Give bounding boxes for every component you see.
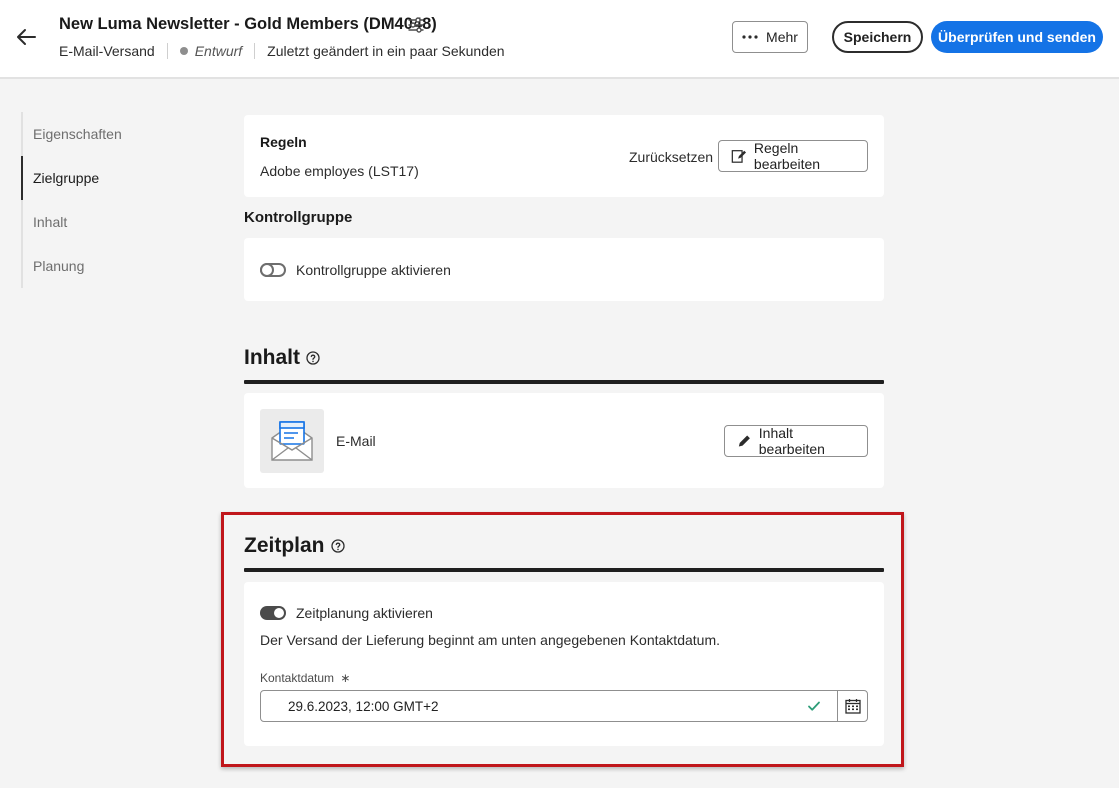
schedule-heading-text: Zeitplan [244,534,325,557]
page-title: New Luma Newsletter - Gold Members (DM40… [59,15,437,33]
edit-rules-label: Regeln bearbeiten [753,140,821,172]
email-thumbnail [260,409,324,473]
schedule-description: Der Versand der Lieferung beginnt am unt… [260,632,720,648]
schedule-section-heading: Zeitplan [244,534,345,558]
more-button-label: Mehr [766,29,798,45]
pencil-icon [738,435,750,447]
nav-item-eigenschaften[interactable]: Eigenschaften [23,112,201,156]
edit-rules-button[interactable]: Regeln bearbeiten [718,140,868,172]
edit-content-label: Inhalt bearbeiten [758,425,825,457]
more-dots-icon [742,35,758,39]
reset-link[interactable]: Zurücksetzen [629,149,713,165]
contact-date-label-text: Kontaktdatum [260,671,335,685]
save-button[interactable]: Speichern [832,21,923,53]
content-section-heading: Inhalt [244,346,320,370]
app-header: New Luma Newsletter - Gold Members (DM40… [0,0,1119,79]
control-group-toggle-label: Kontrollgruppe aktivieren [296,262,451,278]
control-group-toggle[interactable] [260,263,286,277]
header-meta: E-Mail-Versand Entwurf Zuletzt geändert … [59,43,505,59]
edit-content-button[interactable]: Inhalt bearbeiten [724,425,868,457]
edit-rules-icon [731,150,747,163]
section-nav: Eigenschaften Zielgruppe Inhalt Planung [21,112,201,288]
status-dot-icon [179,47,188,55]
email-channel-label: E-Mail [336,433,376,449]
section-divider [244,380,884,384]
help-icon[interactable] [330,539,345,553]
contact-date-input[interactable]: 29.6.2023, 12:00 GMT+2 [260,690,838,722]
more-button[interactable]: Mehr [732,21,808,53]
delivery-type: E-Mail-Versand [59,43,155,59]
required-indicator: ∗ [340,671,351,685]
nav-item-inhalt[interactable]: Inhalt [23,200,201,244]
nav-item-zielgruppe[interactable]: Zielgruppe [21,156,201,200]
rules-title: Regeln [260,134,307,150]
content-heading-text: Inhalt [244,346,300,369]
schedule-card: Zeitplanung aktivieren Der Versand der L… [244,582,884,746]
calendar-picker-button[interactable] [837,690,868,722]
email-envelope-icon [271,421,313,461]
properties-settings-icon[interactable] [406,15,426,35]
content-card: E-Mail Inhalt bearbeiten [244,393,884,488]
rules-value: Adobe employes (LST17) [260,163,419,179]
status-label: Entwurf [194,43,243,59]
last-modified: Zuletzt geändert in ein paar Sekunden [267,43,505,59]
section-divider [244,568,884,572]
control-group-heading: Kontrollgruppe [244,209,353,226]
contact-date-value: 29.6.2023, 12:00 GMT+2 [288,698,439,714]
toggle-knob [274,608,284,618]
schedule-toggle-label: Zeitplanung aktivieren [296,605,433,621]
valid-checkmark-icon [808,701,820,711]
nav-item-planung[interactable]: Planung [23,244,201,288]
contact-date-label: Kontaktdatum ∗ [260,671,350,685]
schedule-toggle[interactable] [260,606,286,620]
rules-card: Regeln Adobe employes (LST17) Zurücksetz… [244,115,884,197]
toggle-knob [260,263,274,277]
divider [254,43,256,59]
help-icon[interactable] [306,351,320,365]
control-group-card: Kontrollgruppe aktivieren [244,238,884,301]
back-arrow-icon[interactable] [14,24,40,50]
review-and-send-button[interactable]: Überprüfen und senden [931,21,1103,53]
divider [166,43,168,59]
calendar-icon [844,699,861,714]
